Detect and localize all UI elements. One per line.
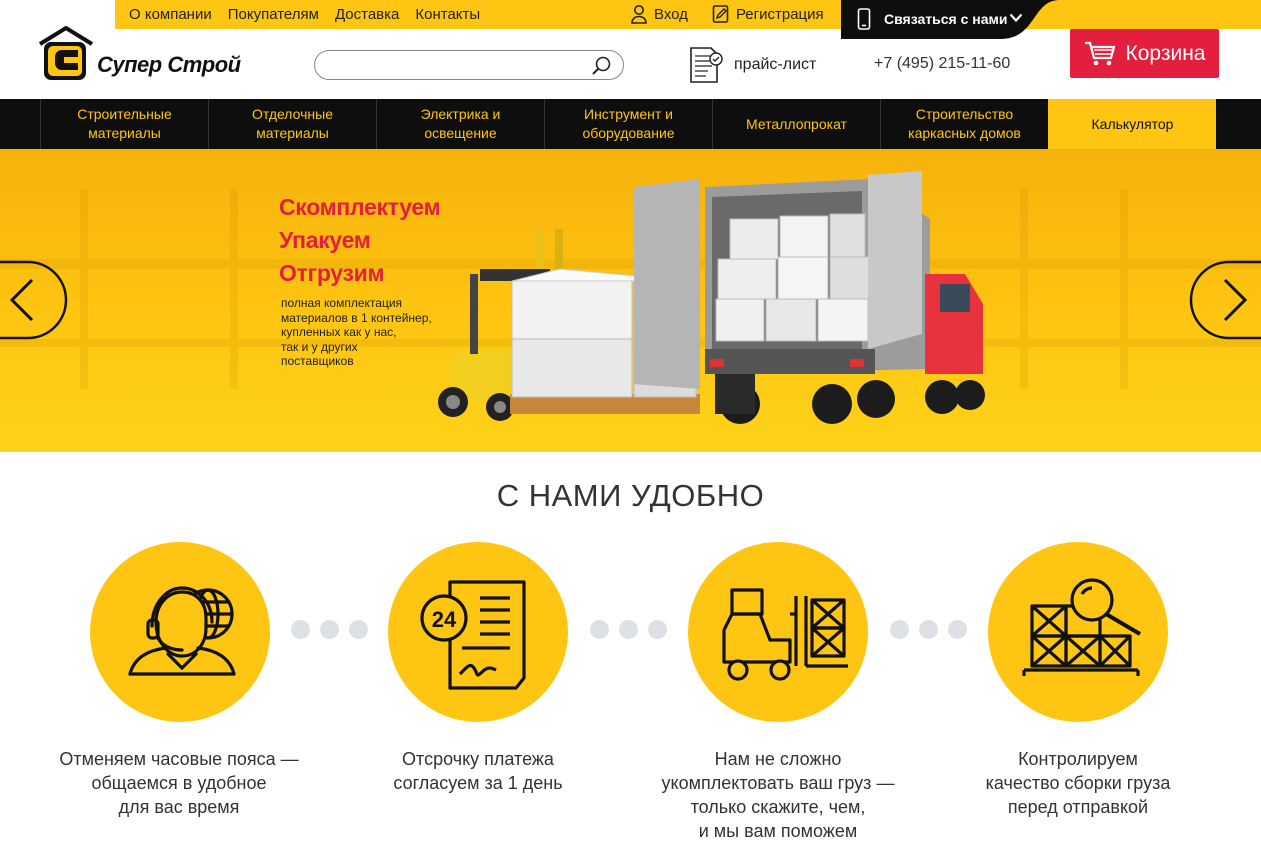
nav-label: Калькулятор [1091,115,1174,132]
feature-text-line: только скажите, чем, [690,797,866,817]
user-icon [630,4,648,24]
logo-text[interactable]: Супер Строй [97,52,241,78]
feature-text-line: Нам не сложно [714,749,842,769]
chevron-left-icon [0,260,68,340]
price-list-link[interactable]: прайс-лист [688,44,816,86]
login-link[interactable]: Вход [630,4,688,24]
nav-label: Строительство [915,106,1014,122]
document-24-icon: 24 [420,580,526,690]
feature-circle-quality [988,542,1168,722]
feature-separator-dots [890,620,967,639]
crates-magnifier-icon [1022,578,1142,676]
feature-text-timezones: Отменяем часовые пояса — общаемся в удоб… [34,747,324,819]
feature-separator-dots [291,620,368,639]
nav-label: Инструмент и [584,106,673,122]
nav-item-building-materials[interactable]: Строительные материалы [40,99,208,149]
nav-label: освещение [424,125,497,141]
login-label: Вход [654,5,688,23]
nav-item-calculator[interactable]: Калькулятор [1048,99,1216,149]
nav-label: Строительные [77,106,172,122]
nav-label: Отделочные [251,106,333,122]
cart-label: Корзина [1125,41,1206,65]
main-nav: Строительные материалы Отделочные материал… [0,99,1261,149]
top-menu-customers[interactable]: Покупателям [228,6,319,23]
section-title: С НАМИ УДОБНО [496,478,765,513]
slider-prev-button[interactable] [0,260,68,340]
phone-number[interactable]: +7 (495) 215-11-60 [874,55,1010,73]
contact-us-label: Связаться с нами [884,11,1008,27]
hero-headline: Скомплектуем Упакуем Отгрузим [279,191,441,290]
hero-slider: Скомплектуем Упакуем Отгрузим полная ком… [0,149,1261,452]
hero-headline-line: Скомплектуем [279,194,441,220]
register-label: Регистрация [735,5,824,23]
slider-next-button[interactable] [1189,260,1261,340]
forklift-icon [722,588,848,681]
logo[interactable] [38,26,96,84]
feature-separator-dots [590,620,667,639]
hero-subtext: полная комплектация материалов в 1 конте… [281,296,456,369]
feature-text-line: качество сборки груза [985,773,1171,793]
feature-text-line: перед отправкой [1007,797,1149,817]
nav-label: оборудование [582,125,675,141]
feature-text-line: Контролируем [1018,749,1138,769]
feature-text-packing: Нам не сложно укомплектовать ваш груз — … [633,747,923,843]
register-link[interactable]: Регистрация [712,4,824,24]
cart-button[interactable]: Корзина [1070,29,1219,78]
hero-headline-line: Упакуем [279,227,371,253]
shopping-cart-icon [1084,41,1116,67]
nav-item-finishing-materials[interactable]: Отделочные материалы [208,99,376,149]
contact-us-tab[interactable]: Связаться с нами [841,0,1061,39]
auth-links: Вход Регистрация [630,4,842,24]
top-menu: О компании Покупателям Доставка Контакты [129,6,480,23]
nav-item-metal-products[interactable]: Металлопрокат [712,99,880,149]
feature-circle-deferred-payment: 24 [388,542,568,722]
price-list-icon [688,44,724,86]
chevron-down-icon [1009,13,1023,23]
top-menu-contacts[interactable]: Контакты [415,6,480,23]
hero-subtext-line: купленных как у нас, [281,325,397,339]
hero-subtext-line: так и у других [281,339,358,354]
feature-text-line: Отменяем часовые пояса — [59,749,299,769]
feature-text-line: для вас время [118,797,240,817]
top-bar: О компании Покупателям Доставка Контакты… [0,0,1261,29]
feature-text-deferred-payment: Отсрочку платежа согласуем за 1 день [333,747,623,795]
top-menu-delivery[interactable]: Доставка [335,6,399,23]
warehouse-truck-illustration [0,149,1261,452]
top-menu-about[interactable]: О компании [129,6,212,23]
nav-label: каркасных домов [908,125,1021,141]
search-icon[interactable] [591,55,613,77]
hero-headline-line: Отгрузим [279,260,385,286]
smartphone-icon [857,8,871,30]
nav-label: Металлопрокат [746,115,847,132]
search-box [314,50,624,80]
hero-subtext-line: материалов в 1 контейнер, [281,310,432,325]
feature-text-line: Отсрочку платежа [402,749,554,769]
price-list-label: прайс-лист [734,56,817,73]
nav-item-frame-houses[interactable]: Строительство каркасных домов [880,99,1048,149]
chevron-right-icon [1189,260,1261,340]
pencil-document-icon [712,4,730,24]
feature-text-quality: Контролируем качество сборки груза перед… [933,747,1223,819]
top-bar-logo-gap [0,0,115,29]
feature-text-line: общаемся в удобное [91,773,267,793]
nav-label: материалы [256,125,329,141]
hero-subtext-line: полная комплектация [281,296,403,310]
operator-globe-icon [128,586,236,676]
nav-label: материалы [88,125,161,141]
search-input[interactable] [329,56,589,74]
nav-item-electrical-lighting[interactable]: Электрика и освещение [376,99,544,149]
svg-text:24: 24 [432,607,457,632]
house-c-logo-icon [38,26,94,80]
feature-text-line: укомплектовать ваш груз — [661,773,895,793]
feature-circle-packing [688,542,868,722]
nav-label: Электрика и [420,106,501,122]
feature-text-line: и мы вам поможем [698,821,858,841]
nav-item-tools-equipment[interactable]: Инструмент и оборудование [544,99,712,149]
hero-subtext-line: поставщиков [281,354,354,368]
feature-circle-timezones [90,542,270,722]
feature-text-line: согласуем за 1 день [393,773,563,793]
